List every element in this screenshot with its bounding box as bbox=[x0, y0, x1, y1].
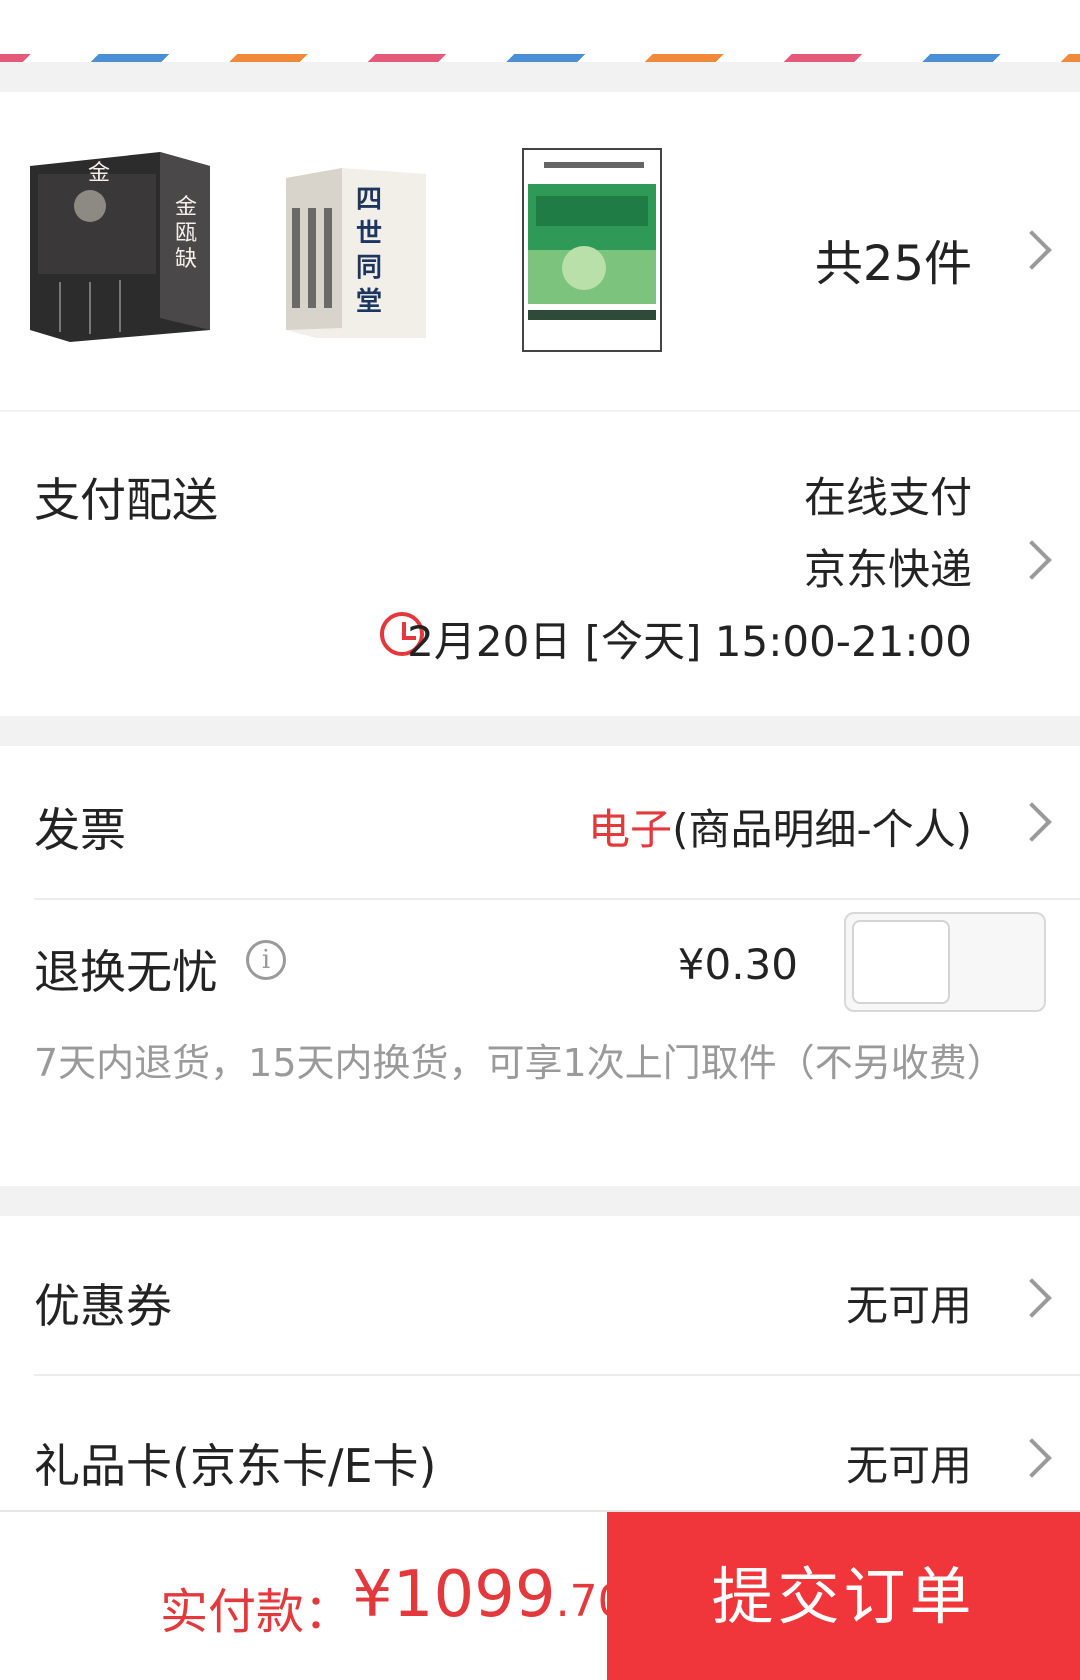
coupon-label: 优惠券 bbox=[34, 1279, 172, 1333]
svg-text:堂: 堂 bbox=[356, 287, 382, 317]
toggle-knob bbox=[852, 920, 950, 1004]
invoice-row[interactable]: 发票 电子(商品明细-个人) bbox=[0, 746, 1080, 898]
payment-delivery-row[interactable]: 支付配送 在线支付 京东快递 2月20日 [今天] 15:00-21:00 bbox=[0, 412, 1080, 716]
product-thumb-3 bbox=[522, 148, 662, 352]
chevron-right-icon bbox=[1012, 540, 1052, 580]
svg-text:金: 金 bbox=[88, 161, 110, 186]
payment-delivery-label: 支付配送 bbox=[34, 473, 218, 527]
coupon-row[interactable]: 优惠券 无可用 bbox=[0, 1216, 1080, 1374]
invoice-returns-group: 发票 电子(商品明细-个人) 退换无忧 i ¥0.30 7天内退货，15天内换货… bbox=[0, 746, 1080, 1186]
product-list-row[interactable]: 金 金 瓯 缺 四 世 同 堂 共25件 bbox=[0, 92, 1080, 410]
order-confirm-page: 金 金 瓯 缺 四 世 同 堂 共25件 支付配送 在线支付 京东快递 2月20… bbox=[0, 0, 1080, 1680]
svg-text:四: 四 bbox=[356, 185, 382, 215]
invoice-type: 电子 bbox=[588, 805, 673, 854]
svg-text:同: 同 bbox=[356, 253, 382, 283]
svg-text:缺: 缺 bbox=[175, 247, 197, 272]
delivery-time: 2月20日 [今天] 15:00-21:00 bbox=[407, 617, 972, 666]
book-cover-icon bbox=[524, 150, 660, 350]
delivery-method: 京东快递 bbox=[803, 545, 972, 594]
invoice-label: 发票 bbox=[34, 803, 126, 857]
info-icon[interactable]: i bbox=[246, 940, 286, 980]
book-box-icon: 金 金 瓯 缺 bbox=[30, 152, 210, 342]
chevron-right-icon bbox=[1012, 802, 1052, 842]
giftcard-row[interactable]: 礼品卡(京东卡/E卡) 无可用 bbox=[0, 1376, 1080, 1516]
payment-method: 在线支付 bbox=[803, 473, 972, 522]
address-text-cut bbox=[60, 0, 312, 30]
invoice-detail: (商品明细-个人) bbox=[672, 805, 972, 854]
invoice-value: 电子(商品明细-个人) bbox=[588, 796, 972, 857]
chevron-right-icon bbox=[1012, 230, 1052, 270]
submit-order-button[interactable]: 提交订单 bbox=[607, 1512, 1080, 1680]
svg-text:世: 世 bbox=[356, 219, 382, 249]
divider bbox=[34, 898, 1080, 900]
returns-toggle[interactable] bbox=[844, 912, 1046, 1012]
svg-text:瓯: 瓯 bbox=[175, 221, 197, 246]
pay-amount-main: ¥1099 bbox=[352, 1558, 556, 1632]
airmail-stripe bbox=[0, 54, 1080, 62]
giftcard-value: 无可用 bbox=[845, 1441, 972, 1490]
pay-amount: ¥1099.70 bbox=[352, 1558, 626, 1632]
product-thumb-2: 四 世 同 堂 bbox=[286, 168, 426, 338]
giftcard-label: 礼品卡(京东卡/E卡) bbox=[34, 1439, 437, 1493]
returns-price: ¥0.30 bbox=[677, 940, 798, 989]
coupon-value: 无可用 bbox=[845, 1281, 972, 1330]
svg-text:金: 金 bbox=[175, 195, 197, 220]
discount-group: 优惠券 无可用 礼品卡(京东卡/E卡) 无可用 bbox=[0, 1216, 1080, 1516]
book-box-icon: 四 世 同 堂 bbox=[286, 168, 426, 338]
returns-note: 7天内退货，15天内换货，可享1次上门取件（不另收费） bbox=[34, 1041, 1005, 1085]
returns-label: 退换无忧 bbox=[34, 945, 218, 999]
checkout-bar: 实付款： ¥1099.70 提交订单 bbox=[0, 1510, 1080, 1680]
chevron-right-icon bbox=[1012, 1278, 1052, 1318]
pay-label: 实付款： bbox=[160, 1584, 353, 1640]
chevron-right-icon bbox=[1012, 1438, 1052, 1478]
address-card-bottom[interactable] bbox=[0, 0, 1080, 62]
product-thumb-1: 金 金 瓯 缺 bbox=[30, 152, 210, 342]
product-count: 共25件 bbox=[814, 236, 972, 292]
